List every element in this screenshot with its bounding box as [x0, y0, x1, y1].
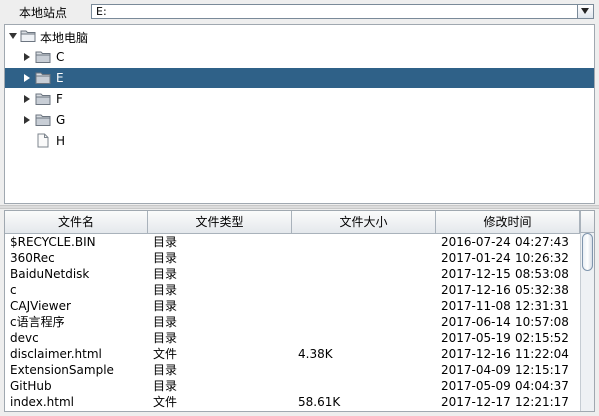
local-site-label: 本地站点 [19, 6, 68, 20]
cell-modified-time: 12:21:17 [515, 395, 569, 409]
path-combobox[interactable]: E: [91, 4, 594, 19]
cell-filename: c [10, 283, 17, 297]
table-row[interactable]: index.html 文件 58.61K 2017-12-17 12:21:17 [5, 394, 580, 410]
cell-modified-date: 2017-12-16 [441, 347, 511, 361]
table-row[interactable]: CAJViewer 目录 2017-11-08 12:31:31 [5, 298, 580, 314]
cell-modified-date: 2017-12-17 [441, 395, 511, 409]
table-row[interactable]: c语言程序 目录 2017-06-14 10:57:08 [5, 314, 580, 330]
tree-node-root[interactable]: 本地电脑 [5, 26, 594, 46]
cell-modified-time: 12:15:17 [515, 363, 569, 377]
tree-node-label: H [56, 134, 66, 148]
column-header-size[interactable]: 文件大小 [292, 211, 436, 233]
table-row[interactable]: devc 目录 2017-05-19 02:15:52 [5, 330, 580, 346]
cell-modified-date: 2017-12-16 [441, 283, 511, 297]
table-header-corner [580, 211, 594, 233]
cell-modified-time: 11:22:04 [515, 347, 569, 361]
tree-node-g[interactable]: G [5, 110, 594, 130]
directory-tree[interactable]: 本地电脑 C E F G H [4, 24, 595, 204]
cell-filetype: 目录 [153, 299, 178, 313]
tree-node-e[interactable]: E [5, 68, 594, 88]
cell-modified-date: 2017-11-08 [441, 299, 511, 313]
cell-filename: CAJViewer [10, 299, 71, 313]
cell-modified-time: 10:26:32 [515, 251, 569, 265]
expand-arrow-icon[interactable] [24, 116, 30, 124]
cell-filetype: 目录 [153, 267, 178, 281]
cell-filename: disclaimer.html [10, 347, 102, 361]
tree-node-label: E [56, 71, 64, 85]
tree-node-label: C [56, 50, 65, 64]
table-row[interactable]: $RECYCLE.BIN 目录 2016-07-24 04:27:43 [5, 234, 580, 250]
cell-filetype: 目录 [153, 379, 178, 393]
folder-open-icon [20, 28, 36, 43]
table-row[interactable]: GitHub 目录 2017-05-09 04:04:37 [5, 378, 580, 394]
cell-filesize: 4.38K [298, 347, 333, 361]
cell-modified-date: 2017-01-24 [441, 251, 511, 265]
expand-arrow-icon[interactable] [24, 74, 30, 82]
cell-filename: devc [10, 331, 39, 345]
cell-modified-date: 2016-07-24 [441, 235, 511, 249]
column-header-type[interactable]: 文件类型 [148, 211, 292, 233]
vertical-scrollbar[interactable] [580, 233, 594, 411]
combobox-dropdown-button[interactable] [577, 5, 593, 18]
collapse-arrow-icon[interactable] [9, 33, 17, 39]
folder-icon [35, 70, 51, 85]
tree-node-c[interactable]: C [5, 47, 594, 67]
expand-arrow-icon[interactable] [24, 95, 30, 103]
site-bar: 本地站点 E: [0, 0, 599, 23]
table-row[interactable]: disclaimer.html 文件 4.38K 2017-12-16 11:2… [5, 346, 580, 362]
table-row[interactable]: c 目录 2017-12-16 05:32:38 [5, 282, 580, 298]
cell-filetype: 目录 [153, 363, 178, 377]
expand-arrow-icon[interactable] [24, 53, 30, 61]
cell-modified-time: 02:15:52 [515, 331, 569, 345]
cell-modified-date: 2017-05-19 [441, 331, 511, 345]
cell-modified-date: 2017-12-15 [441, 267, 511, 281]
split-pane-divider[interactable] [0, 205, 599, 209]
table-header: 文件名 文件类型 文件大小 修改时间 [5, 211, 580, 234]
cell-modified-time: 04:04:37 [515, 379, 569, 393]
tree-node-f[interactable]: F [5, 89, 594, 109]
cell-filename: c语言程序 [10, 315, 65, 329]
folder-icon [35, 112, 51, 127]
cell-filetype: 文件 [153, 395, 178, 409]
cell-filetype: 目录 [153, 283, 178, 297]
file-table[interactable]: 文件名 文件类型 文件大小 修改时间 $RECYCLE.BIN 目录 2016-07-… [4, 210, 595, 412]
folder-icon [35, 91, 51, 106]
cell-modified-time: 08:53:08 [515, 267, 569, 281]
cell-filename: $RECYCLE.BIN [10, 235, 96, 249]
cell-filetype: 目录 [153, 235, 178, 249]
cell-filename: index.html [10, 395, 74, 409]
tree-node-label: F [56, 92, 63, 106]
chevron-down-icon [581, 8, 589, 14]
cell-filename: GitHub [10, 379, 52, 393]
cell-filename: ExtensionSample [10, 363, 114, 377]
cell-filetype: 目录 [153, 315, 178, 329]
table-row[interactable]: 360Rec 目录 2017-01-24 10:26:32 [5, 250, 580, 266]
cell-modified-date: 2017-04-09 [441, 363, 511, 377]
cell-filesize: 58.61K [298, 395, 341, 409]
tree-node-label: 本地电脑 [40, 31, 89, 45]
tree-node-label: G [56, 113, 66, 127]
cell-filetype: 目录 [153, 251, 178, 265]
column-header-name[interactable]: 文件名 [5, 211, 148, 233]
cell-modified-time: 12:31:31 [515, 299, 569, 313]
cell-filetype: 文件 [153, 347, 178, 361]
file-icon [37, 133, 49, 148]
column-header-modified[interactable]: 修改时间 [436, 211, 580, 233]
cell-modified-date: 2017-06-14 [441, 315, 511, 329]
path-combobox-value: E: [96, 5, 107, 18]
cell-modified-time: 05:32:38 [515, 283, 569, 297]
cell-modified-time: 10:57:08 [515, 315, 569, 329]
tree-node-h[interactable]: H [5, 131, 594, 151]
cell-modified-date: 2017-05-09 [441, 379, 511, 393]
table-row[interactable]: BaiduNetdisk 目录 2017-12-15 08:53:08 [5, 266, 580, 282]
cell-filetype: 目录 [153, 331, 178, 345]
cell-modified-time: 04:27:43 [515, 235, 569, 249]
cell-filename: 360Rec [10, 251, 55, 265]
folder-icon [35, 49, 51, 64]
scrollbar-thumb[interactable] [582, 233, 593, 271]
table-row[interactable]: ExtensionSample 目录 2017-04-09 12:15:17 [5, 362, 580, 378]
cell-filename: BaiduNetdisk [10, 267, 90, 281]
